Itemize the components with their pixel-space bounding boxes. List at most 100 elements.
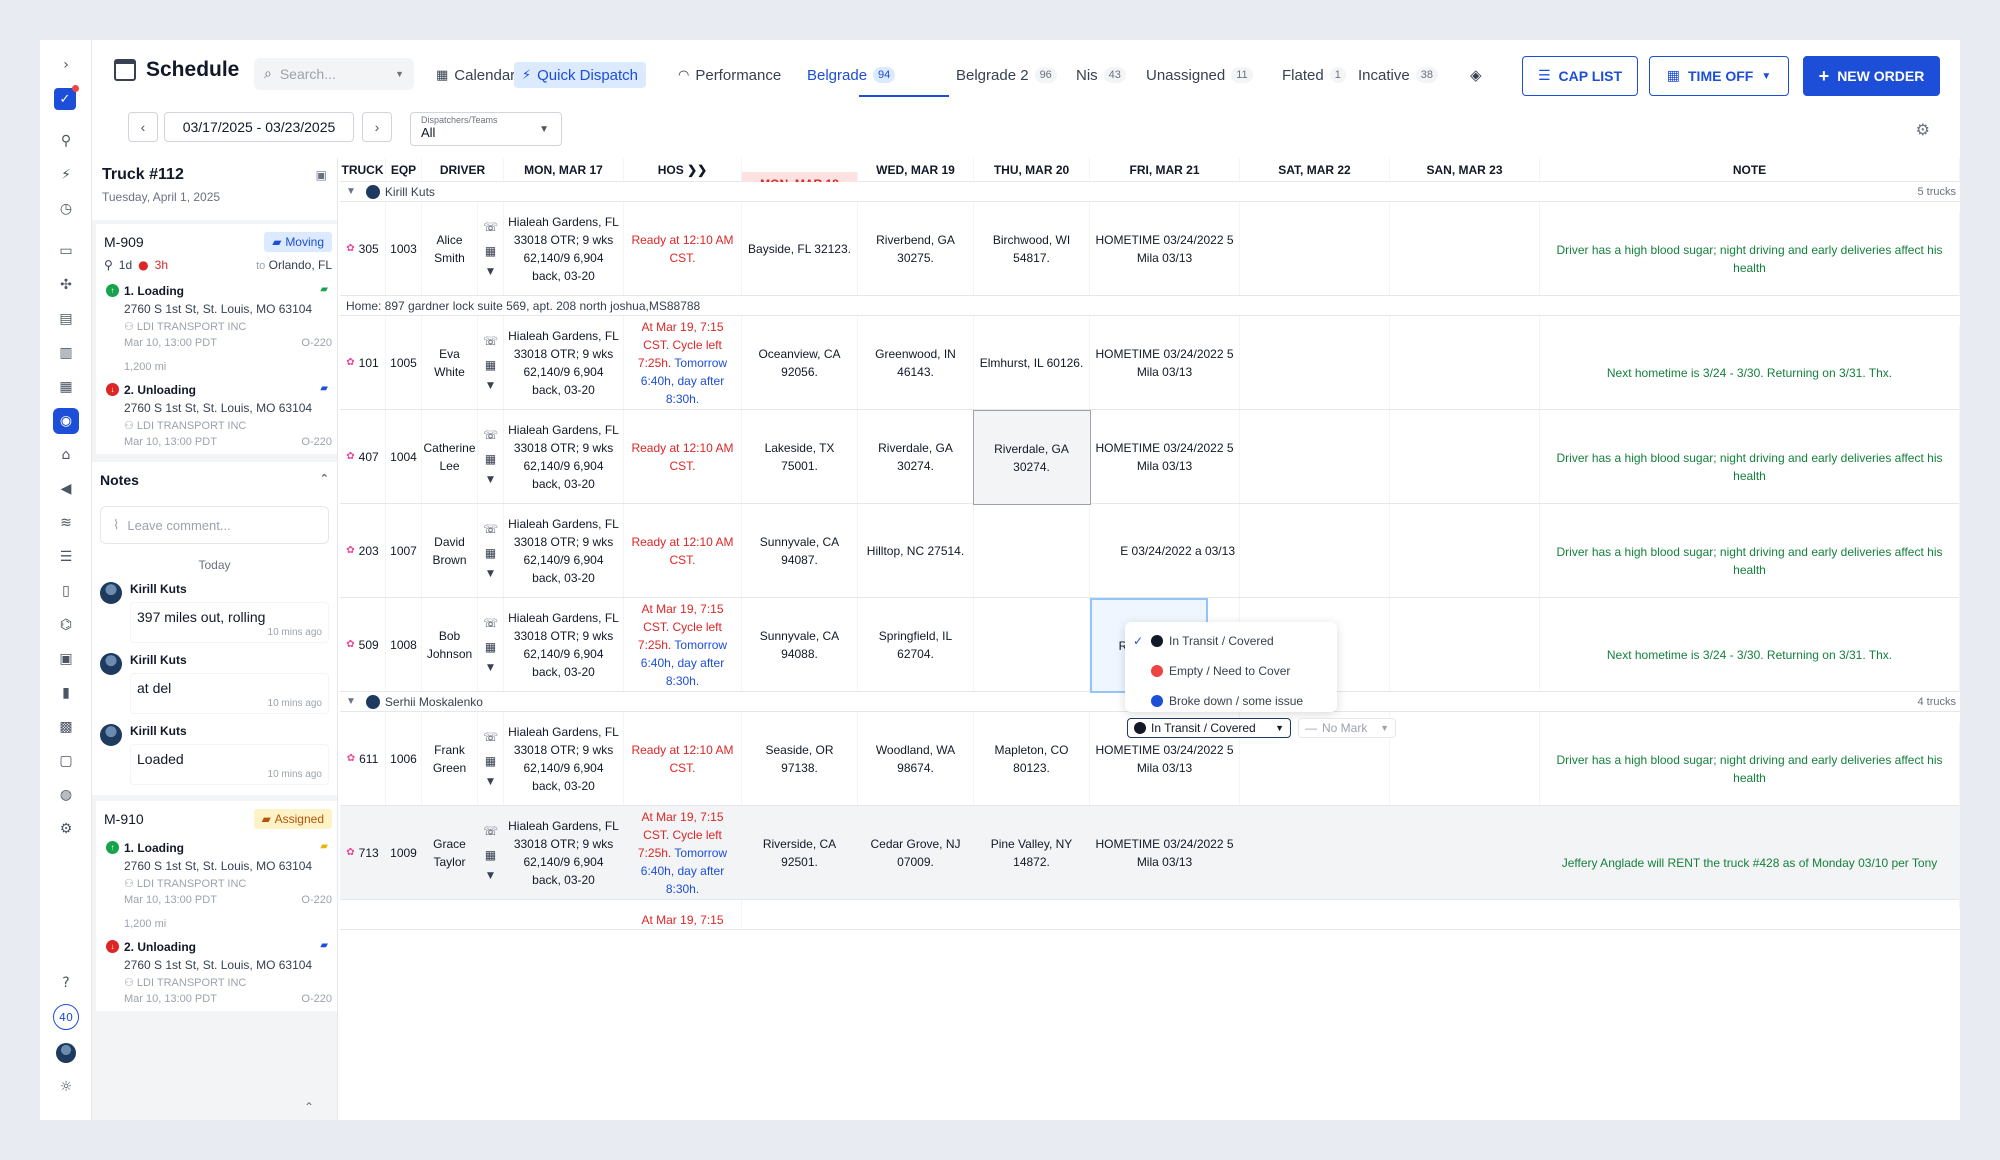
next-week-button[interactable]: › bbox=[362, 112, 392, 142]
day-cell-mon17[interactable]: Hialeah Gardens, FL 33018 OTR; 9 wks 62,… bbox=[504, 410, 624, 503]
column-header[interactable]: SAT, MAR 22 bbox=[1240, 158, 1390, 182]
chevron-down-icon[interactable]: ▼ bbox=[487, 266, 494, 280]
table-row[interactable]: ✿ 203 1007 David Brown ☏ ▦ ▼ Hialeah Gardens, F… bbox=[340, 504, 1960, 607]
dispatcher-group[interactable]: ▼ Kirill Kuts 5 trucks bbox=[340, 182, 1960, 202]
driver-cell[interactable]: Bob Johnson bbox=[422, 598, 478, 691]
hos-cell[interactable]: Ready at 12:10 AM CST. bbox=[624, 410, 742, 503]
hos-cell[interactable]: At Mar 19, 7:15 CST. Cycle left 7:25h. T… bbox=[624, 598, 742, 691]
day-cell-mar20[interactable]: Birchwood, WI 54817. bbox=[974, 202, 1090, 295]
day-cell-mar18[interactable]: Riverside, CA 92501. bbox=[742, 806, 858, 899]
calendar-icon[interactable]: ▦ bbox=[485, 752, 496, 770]
help-icon[interactable]: ? bbox=[53, 970, 79, 996]
day-cell-mar21[interactable]: E 03/24/2022 a 03/13 bbox=[1090, 504, 1240, 597]
day-cell-empty[interactable] bbox=[1390, 202, 1540, 295]
order-card[interactable]: M-910 ▰ Assigned ↑ 1. Loading ▰ 2760 S 1… bbox=[96, 801, 337, 1011]
chevron-up-icon[interactable]: ⌃ bbox=[304, 1100, 314, 1114]
inbox-icon[interactable]: ▭ bbox=[53, 238, 79, 264]
store-icon[interactable]: ⌬ bbox=[53, 612, 79, 638]
chevron-down-icon[interactable]: ▼ bbox=[346, 186, 356, 197]
logo-icon[interactable]: ✓ bbox=[54, 85, 79, 110]
chevron-up-icon[interactable]: ⌃ bbox=[320, 472, 329, 488]
stop-item[interactable]: ↓ 2. Unloading ▰ 2760 S 1st St, St. Loui… bbox=[104, 383, 332, 448]
menu-item-broke-down[interactable]: Broke down / some issue bbox=[1125, 686, 1337, 716]
column-header[interactable]: SAN, MAR 23 bbox=[1390, 158, 1540, 182]
phone-icon[interactable]: ☏ bbox=[483, 426, 498, 444]
phone-icon[interactable]: ☏ bbox=[483, 822, 498, 840]
day-cell-mon17[interactable]: Hialeah Gardens, FL 33018 OTR; 9 wks 62,… bbox=[504, 712, 624, 805]
calendar-icon[interactable]: ▦ bbox=[485, 356, 496, 374]
stop-item[interactable]: ↓ 2. Unloading ▰ 2760 S 1st St, St. Loui… bbox=[104, 940, 332, 1005]
day-cell-empty[interactable] bbox=[1390, 504, 1540, 597]
calendar-icon[interactable]: ▦ bbox=[53, 374, 79, 400]
lightning-icon[interactable]: ⚡ bbox=[53, 162, 79, 188]
device-icon[interactable]: ▮ bbox=[53, 680, 79, 706]
phone-icon[interactable]: ☏ bbox=[483, 614, 498, 632]
truck-cell[interactable]: ✿ 713 bbox=[340, 806, 386, 899]
column-header[interactable]: DRIVER bbox=[422, 158, 504, 182]
history-icon[interactable]: ▣ bbox=[316, 168, 327, 182]
puzzle-icon[interactable]: ✣ bbox=[53, 272, 79, 298]
day-cell-mar19[interactable]: Hilltop, NC 27514. bbox=[858, 504, 974, 597]
day-cell-mar21[interactable]: HOMETIME 03/24/2022 5 Mila 03/13 bbox=[1090, 806, 1240, 899]
note-cell[interactable]: Jeffery Anglade will RENT the truck #428… bbox=[1540, 816, 1960, 909]
day-cell-mar20[interactable] bbox=[974, 598, 1090, 691]
truck-cell[interactable]: ✿ 407 bbox=[340, 410, 386, 503]
day-cell-empty[interactable] bbox=[1240, 806, 1390, 899]
table-row[interactable]: At Mar 19, 7:15 bbox=[340, 900, 1960, 930]
hos-cell[interactable]: At Mar 19, 7:15 CST. Cycle left 7:25h. T… bbox=[624, 806, 742, 899]
day-cell-mar18[interactable]: Seaside, OR 97138. bbox=[742, 712, 858, 805]
day-cell-text[interactable]: Riverdale, GA 30274. bbox=[974, 411, 1090, 504]
day-cell-empty[interactable] bbox=[1240, 410, 1390, 503]
chevron-down-icon[interactable]: ▼ bbox=[395, 69, 404, 79]
phone-icon[interactable]: ☏ bbox=[483, 520, 498, 538]
note-cell[interactable]: Driver has a high blood sugar; night dri… bbox=[1540, 722, 1960, 815]
tab-unassigned[interactable]: Unassigned 11 bbox=[1146, 64, 1253, 86]
chevron-down-icon[interactable]: ▼ bbox=[487, 870, 494, 884]
mark-select[interactable]: — No Mark ▼ bbox=[1298, 718, 1396, 738]
settings-icon[interactable]: ⚙ bbox=[53, 816, 79, 842]
day-cell-empty[interactable] bbox=[1390, 806, 1540, 899]
day-cell-mar20[interactable] bbox=[974, 504, 1090, 597]
pin-icon[interactable]: ⚲ bbox=[53, 128, 79, 154]
hos-cell[interactable]: Ready at 12:10 AM CST. bbox=[624, 504, 742, 597]
day-cell-mon17[interactable]: Hialeah Gardens, FL 33018 OTR; 9 wks 62,… bbox=[504, 598, 624, 691]
driver-cell[interactable]: Catherine Lee bbox=[422, 410, 478, 503]
truck-cell[interactable]: ✿ 305 bbox=[340, 202, 386, 295]
chevron-down-icon[interactable]: ▼ bbox=[487, 568, 494, 582]
day-cell-mar21[interactable]: HOMETIME 03/24/2022 5 Mila 03/13 bbox=[1090, 202, 1240, 295]
notification-count[interactable]: 40 bbox=[53, 1004, 79, 1030]
tab-belgrade[interactable]: Belgrade 94 bbox=[807, 64, 896, 86]
dispatch-icon[interactable]: ◉ bbox=[53, 408, 79, 434]
chevron-down-icon[interactable]: ▼ bbox=[487, 474, 494, 488]
day-cell-empty[interactable] bbox=[1390, 410, 1540, 503]
calendar-icon[interactable]: ▦ bbox=[485, 544, 496, 562]
stop-item[interactable]: ↑ 1. Loading ▰ 2760 S 1st St, St. Louis,… bbox=[104, 841, 332, 906]
day-cell-empty[interactable] bbox=[1390, 712, 1540, 805]
hos-cell[interactable]: Ready at 12:10 AM CST. bbox=[624, 712, 742, 805]
order-card[interactable]: M-909 ▰ Moving ⚲ 1d ● 3h to Orlando, FL … bbox=[96, 224, 337, 454]
prev-week-button[interactable]: ‹ bbox=[128, 112, 158, 142]
table-row[interactable]: ✿ 713 1009 Grace Taylor ☏ ▦ ▼ Hialeah Gardens, … bbox=[340, 806, 1960, 909]
report-icon[interactable]: ▤ bbox=[53, 306, 79, 332]
driver-cell[interactable]: Eva White bbox=[422, 316, 478, 409]
search-input[interactable]: ⌕ Search... ▼ bbox=[254, 58, 414, 90]
day-cell-mon17[interactable]: Hialeah Gardens, FL 33018 OTR; 9 wks 62,… bbox=[504, 806, 624, 899]
calendar-icon[interactable]: ▦ bbox=[485, 450, 496, 468]
document-icon[interactable]: ▯ bbox=[53, 578, 79, 604]
stack-icon[interactable]: ≋ bbox=[53, 510, 79, 536]
tab-flated[interactable]: Flated 1 bbox=[1282, 64, 1346, 86]
globe-icon[interactable]: ◍ bbox=[53, 782, 79, 808]
chevron-down-icon[interactable]: ▼ bbox=[487, 662, 494, 676]
note-cell[interactable]: Driver has a high blood sugar; night dri… bbox=[1540, 420, 1960, 513]
eqp-cell[interactable]: 1009 bbox=[386, 806, 422, 899]
column-header[interactable]: NOTE bbox=[1540, 158, 1960, 182]
date-range-picker[interactable]: 03/17/2025 - 03/23/2025 bbox=[164, 112, 354, 142]
day-cell-mon17[interactable]: Hialeah Gardens, FL 33018 OTR; 9 wks 62,… bbox=[504, 316, 624, 409]
eqp-cell[interactable]: 1006 bbox=[386, 712, 422, 805]
day-cell-empty[interactable] bbox=[1390, 316, 1540, 409]
stop-item[interactable]: ↑ 1. Loading ▰ 2760 S 1st St, St. Louis,… bbox=[104, 284, 332, 349]
comment-input[interactable]: ⌇ Leave comment... bbox=[100, 506, 329, 544]
phone-icon[interactable]: ☏ bbox=[483, 332, 498, 350]
truck-cell[interactable]: ✿ 611 bbox=[340, 712, 386, 805]
day-cell-mar18[interactable]: Bayside, FL 32123. bbox=[742, 202, 858, 295]
